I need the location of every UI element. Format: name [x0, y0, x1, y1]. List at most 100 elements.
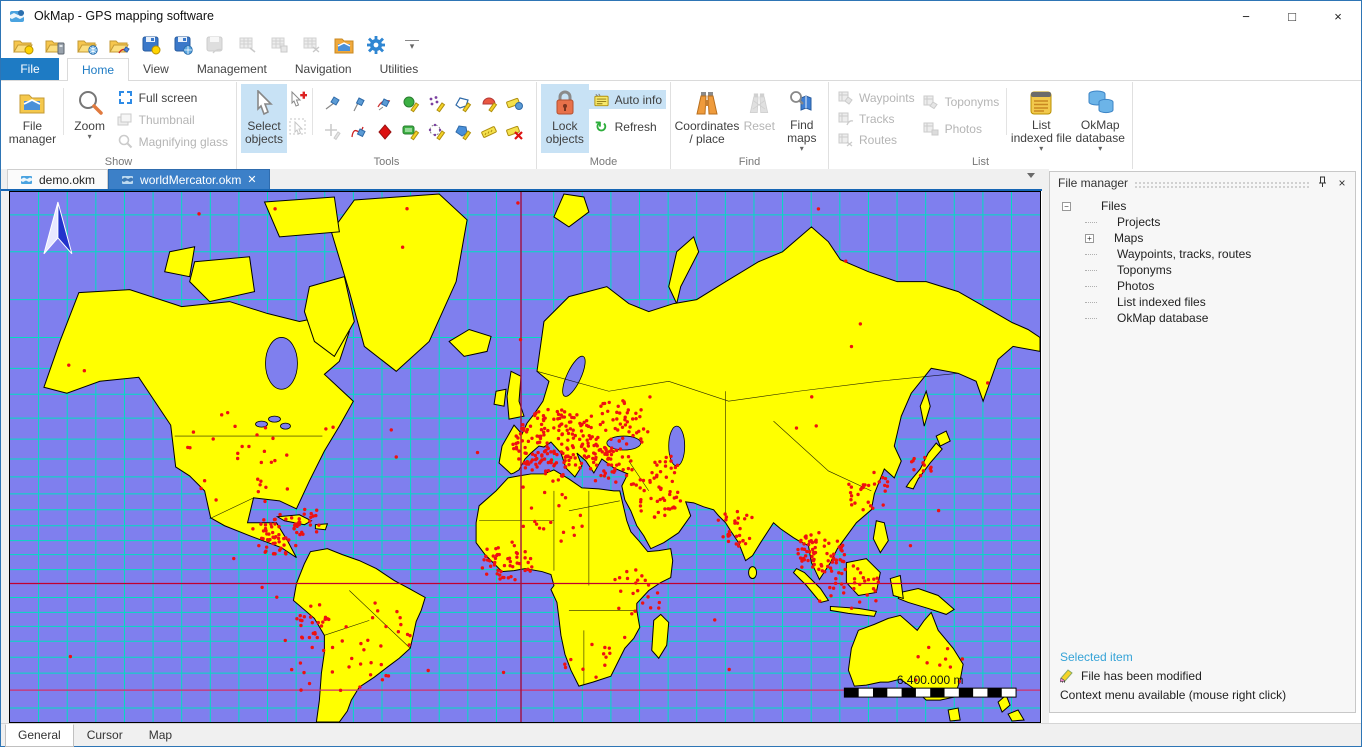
save-web-icon[interactable]: [171, 33, 197, 57]
save-waypoint-icon[interactable]: [139, 33, 165, 57]
tree-item[interactable]: Waypoints, tracks, routes: [1050, 246, 1355, 262]
tree-item[interactable]: + Maps: [1050, 230, 1355, 246]
folder-home-icon[interactable]: [331, 33, 357, 57]
close-button[interactable]: ×: [1315, 1, 1361, 31]
tab-navigation[interactable]: Navigation: [281, 58, 366, 80]
waypoint-flag-icon[interactable]: [346, 90, 372, 118]
pin-icon[interactable]: [1315, 176, 1329, 191]
tree-item-label[interactable]: Maps: [1114, 231, 1143, 245]
close-panel-icon[interactable]: ×: [1335, 176, 1349, 190]
auto-info-button[interactable]: Auto info: [589, 90, 666, 109]
tab-file[interactable]: File: [1, 58, 59, 80]
doc-tab-worldmercator[interactable]: worldMercator.okm ✕: [108, 169, 270, 189]
tree-item-label[interactable]: OkMap database: [1117, 311, 1208, 325]
photos-button[interactable]: Photos: [919, 119, 1004, 138]
routes-button[interactable]: Routes: [833, 130, 919, 149]
add-select-icon[interactable]: [287, 88, 309, 110]
tracks-button[interactable]: Tracks: [833, 109, 919, 128]
magnifying-glass-button[interactable]: Magnifying glass: [113, 132, 232, 151]
reset-button[interactable]: Reset: [739, 84, 780, 153]
open-project-icon[interactable]: [11, 33, 37, 57]
tree-item-label[interactable]: Photos: [1117, 279, 1154, 293]
toponyms-icon: [923, 93, 940, 110]
tree-item-label[interactable]: Files: [1101, 199, 1126, 213]
doc-tab-demo[interactable]: demo.okm: [7, 169, 108, 189]
tree-item[interactable]: OkMap database: [1050, 310, 1355, 326]
okmap-database-button[interactable]: OkMap database ▾: [1072, 84, 1128, 153]
open-web-icon[interactable]: [75, 33, 101, 57]
list-indexed-file-button[interactable]: List indexed file ▾: [1010, 84, 1072, 153]
close-tab-icon[interactable]: ✕: [247, 173, 256, 186]
expand-icon[interactable]: +: [1085, 234, 1094, 243]
draw-note-icon[interactable]: [398, 118, 424, 146]
grid-2-icon[interactable]: [267, 33, 293, 57]
tree-item-label[interactable]: Waypoints, tracks, routes: [1117, 247, 1251, 261]
tree-item[interactable]: Toponyms: [1050, 262, 1355, 278]
document-tab-strip: demo.okm worldMercator.okm ✕: [1, 169, 1049, 191]
red-diamond-icon[interactable]: [372, 118, 398, 146]
draw-polygon-icon[interactable]: [450, 90, 476, 118]
draw-shape-icon[interactable]: [450, 118, 476, 146]
tab-management[interactable]: Management: [183, 58, 281, 80]
panel-footer: Selected item File has been modified Con…: [1050, 644, 1355, 712]
grid-1-icon[interactable]: [235, 33, 261, 57]
title-bar: OkMap - GPS mapping software − □ ×: [1, 1, 1361, 31]
status-tab-general[interactable]: General: [5, 724, 74, 747]
save-track-icon[interactable]: [203, 33, 229, 57]
coordinates-place-button[interactable]: Coordinates / place: [675, 84, 739, 153]
tree-item[interactable]: − Files: [1050, 198, 1355, 214]
settings-gear-icon[interactable]: [363, 33, 389, 57]
measure-ruler-icon[interactable]: [502, 90, 528, 118]
routes-icon: [837, 131, 854, 148]
thumbnail-icon: [117, 111, 134, 128]
map-canvas[interactable]: 6.400.000 m: [10, 192, 1040, 722]
status-tab-cursor[interactable]: Cursor: [74, 724, 136, 747]
minimize-button[interactable]: −: [1223, 1, 1269, 31]
doc-icon: [121, 174, 134, 186]
select-objects-button[interactable]: Select objects: [241, 84, 287, 153]
status-tab-map[interactable]: Map: [136, 724, 185, 747]
measure-line-icon[interactable]: [320, 90, 346, 118]
tree-item-label[interactable]: List indexed files: [1117, 295, 1206, 309]
tree-item[interactable]: List indexed files: [1050, 294, 1355, 310]
tab-view[interactable]: View: [129, 58, 183, 80]
lock-objects-button[interactable]: Lock objects: [541, 84, 589, 153]
ruler-icon[interactable]: [476, 118, 502, 146]
collapse-icon[interactable]: −: [1062, 202, 1071, 211]
customize-chevron-icon[interactable]: ▾: [405, 40, 419, 50]
draw-sector-icon[interactable]: [476, 90, 502, 118]
maximize-button[interactable]: □: [1269, 1, 1315, 31]
toponyms-button[interactable]: Toponyms: [919, 92, 1004, 111]
draw-circle-icon[interactable]: [424, 118, 450, 146]
draw-track-icon[interactable]: [346, 118, 372, 146]
tree-item[interactable]: Projects: [1050, 214, 1355, 230]
find-maps-button[interactable]: Find maps ▾: [780, 84, 824, 153]
refresh-button[interactable]: ↻ Refresh: [589, 117, 666, 136]
pencil-icon: [1060, 669, 1073, 683]
chevron-down-icon: ▾: [800, 145, 804, 153]
tab-utilities[interactable]: Utilities: [366, 58, 433, 80]
photos-icon: [923, 120, 940, 137]
open-track-icon[interactable]: [107, 33, 133, 57]
draw-area-icon[interactable]: [398, 90, 424, 118]
draw-points-icon[interactable]: [424, 90, 450, 118]
open-device-icon[interactable]: [43, 33, 69, 57]
delete-measure-icon[interactable]: [502, 118, 528, 146]
tab-home[interactable]: Home: [67, 58, 129, 81]
file-manager-button[interactable]: File manager: [5, 84, 60, 153]
context-hint-text: Context menu available (mouse right clic…: [1060, 688, 1345, 702]
group-label-show: Show: [1, 156, 236, 168]
draw-route-icon[interactable]: [372, 90, 398, 118]
grid-3-icon[interactable]: [299, 33, 325, 57]
tree-item-label[interactable]: Toponyms: [1117, 263, 1172, 277]
zoom-button[interactable]: Zoom ▾: [67, 84, 113, 153]
move-crosshair-icon[interactable]: [320, 118, 346, 146]
waypoints-button[interactable]: Waypoints: [833, 88, 919, 107]
file-manager-tree: − Files Projects + Maps Waypoints, tracks, ro…: [1050, 194, 1355, 644]
tree-item-label[interactable]: Projects: [1117, 215, 1160, 229]
thumbnail-button[interactable]: Thumbnail: [113, 110, 232, 129]
rect-select-icon[interactable]: [287, 116, 309, 138]
tree-item[interactable]: Photos: [1050, 278, 1355, 294]
full-screen-button[interactable]: Full screen: [113, 88, 232, 107]
tab-list-chevron-icon[interactable]: [1027, 173, 1035, 178]
